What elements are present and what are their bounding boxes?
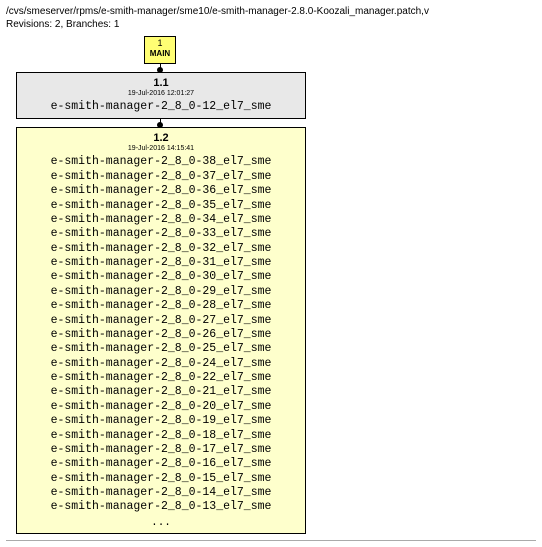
branch-number: 1 [145,39,175,48]
revision-tag: e-smith-manager-2_8_0-33_el7_sme [25,227,297,241]
revision-graph: 1 MAIN 1.1 19-Jul-2016 12:01:27 e-smith-… [14,36,536,534]
revision-tag: e-smith-manager-2_8_0-26_el7_sme [25,328,297,342]
revision-tag: e-smith-manager-2_8_0-20_el7_sme [25,400,297,414]
revision-tag: e-smith-manager-2_8_0-13_el7_sme [25,500,297,514]
revision-tag: e-smith-manager-2_8_0-16_el7_sme [25,457,297,471]
revision-tag: e-smith-manager-2_8_0-38_el7_sme [25,155,297,169]
revision-date: 19-Jul-2016 12:01:27 [25,90,297,97]
ellipsis-icon: ... [25,517,297,529]
revision-tag: e-smith-manager-2_8_0-36_el7_sme [25,184,297,198]
revision-tag: e-smith-manager-2_8_0-32_el7_sme [25,242,297,256]
revision-tag: e-smith-manager-2_8_0-17_el7_sme [25,443,297,457]
revision-version: 1.1 [25,77,297,89]
revision-version: 1.2 [25,132,297,144]
revision-tag: e-smith-manager-2_8_0-31_el7_sme [25,256,297,270]
revision-tag: e-smith-manager-2_8_0-18_el7_sme [25,429,297,443]
revision-tag: e-smith-manager-2_8_0-35_el7_sme [25,199,297,213]
connector-line [160,64,161,70]
revision-tag: e-smith-manager-2_8_0-22_el7_sme [25,371,297,385]
branch-label: MAIN [145,50,175,58]
revision-tag: e-smith-manager-2_8_0-21_el7_sme [25,385,297,399]
revision-tag: e-smith-manager-2_8_0-19_el7_sme [25,414,297,428]
revision-tag: e-smith-manager-2_8_0-29_el7_sme [25,285,297,299]
revision-tag-list: e-smith-manager-2_8_0-38_el7_smee-smith-… [25,155,297,514]
revision-tag: e-smith-manager-2_8_0-24_el7_sme [25,357,297,371]
revision-date: 19-Jul-2016 14:15:41 [25,145,297,152]
revision-summary: Revisions: 2, Branches: 1 [6,19,536,30]
revision-tag: e-smith-manager-2_8_0-30_el7_sme [25,270,297,284]
file-path: /cvs/smeserver/rpms/e-smith-manager/sme1… [6,6,536,17]
revision-tag: e-smith-manager-2_8_0-28_el7_sme [25,299,297,313]
branch-node-main[interactable]: 1 MAIN [144,36,176,64]
revision-tag: e-smith-manager-2_8_0-15_el7_sme [25,472,297,486]
footer-divider [6,540,536,541]
revision-tag: e-smith-manager-2_8_0-25_el7_sme [25,342,297,356]
revision-tag: e-smith-manager-2_8_0-37_el7_sme [25,170,297,184]
revision-node-1-1[interactable]: 1.1 19-Jul-2016 12:01:27 e-smith-manager… [16,72,306,119]
revision-tag: e-smith-manager-2_8_0-34_el7_sme [25,213,297,227]
revision-node-1-2[interactable]: 1.2 19-Jul-2016 14:15:41 e-smith-manager… [16,127,306,533]
revision-tag: e-smith-manager-2_8_0-12_el7_sme [25,100,297,114]
revision-tag: e-smith-manager-2_8_0-27_el7_sme [25,314,297,328]
connector-line [160,119,161,125]
revision-tag: e-smith-manager-2_8_0-14_el7_sme [25,486,297,500]
